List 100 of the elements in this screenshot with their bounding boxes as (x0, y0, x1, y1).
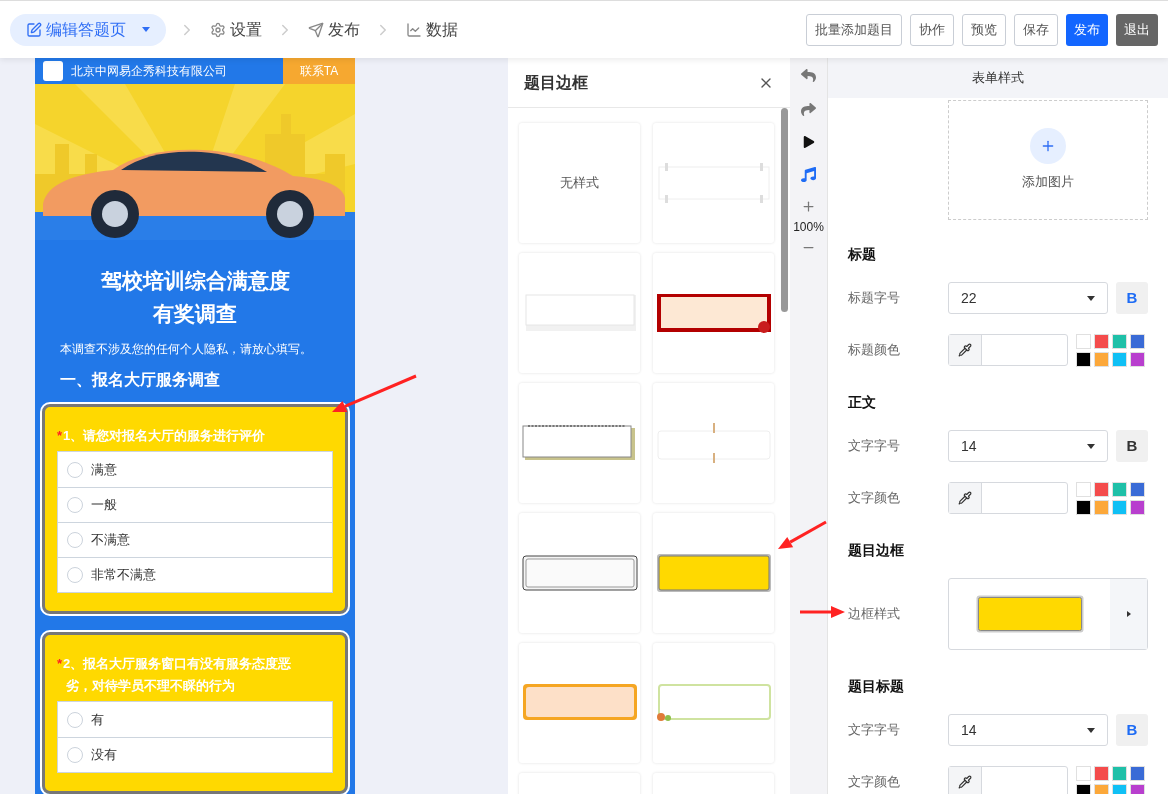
radio-option[interactable]: 有 (58, 702, 332, 737)
undo-icon[interactable] (801, 68, 816, 83)
color-swatch[interactable] (1130, 481, 1145, 497)
annotation-arrow (778, 520, 827, 549)
color-swatch[interactable] (1094, 783, 1109, 794)
eyedropper-icon[interactable] (958, 775, 972, 789)
radio-option[interactable]: 一般 (58, 487, 332, 522)
bold-toggle[interactable]: B (1116, 282, 1148, 314)
radio-option[interactable]: 满意 (58, 452, 332, 487)
toolbar-button[interactable]: 发布 (1066, 13, 1108, 46)
annotation-arrow (800, 606, 845, 618)
color-field[interactable] (948, 482, 1068, 514)
size-select[interactable]: 14 (948, 430, 1108, 462)
color-swatch[interactable] (1112, 783, 1127, 794)
radio-option[interactable]: 不满意 (58, 522, 332, 557)
toolbar-button[interactable]: 退出 (1116, 13, 1158, 46)
field-label: 文字字号 (848, 721, 901, 740)
step-tab[interactable]: 数据 (404, 13, 460, 46)
step-tab[interactable]: 编辑答题页 (10, 13, 166, 46)
option-label: 一般 (91, 496, 117, 515)
logo-icon (43, 61, 63, 81)
field-label: 文字颜色 (848, 489, 901, 508)
image-upload[interactable]: 添加图片 (948, 100, 1148, 220)
color-swatch[interactable] (1076, 765, 1091, 781)
color-swatch[interactable] (1130, 333, 1145, 349)
question-title: *2、报名大厅服务窗口有没有服务态度恶劣，对待学员不理不睬的行为 (57, 655, 293, 695)
color-swatch[interactable] (1076, 351, 1091, 367)
size-select[interactable]: 22 (948, 282, 1108, 314)
step-tab[interactable]: 设置 (208, 13, 264, 46)
color-swatch[interactable] (1130, 351, 1145, 367)
color-swatch[interactable] (1094, 481, 1109, 497)
option-label: 有 (91, 710, 104, 729)
section-heading: 标题 (848, 246, 877, 262)
color-swatch[interactable] (1130, 765, 1145, 781)
field-label: 文字字号 (848, 437, 901, 456)
color-swatch[interactable] (1094, 499, 1109, 515)
toolbar-button[interactable]: 保存 (1014, 13, 1058, 46)
radio-option[interactable]: 没有 (58, 737, 332, 772)
color-swatch[interactable] (1076, 333, 1091, 349)
step-tab[interactable]: 发布 (306, 13, 362, 46)
caret-icon (1087, 727, 1095, 733)
color-swatch[interactable] (1112, 499, 1127, 515)
border-style-card[interactable] (653, 253, 774, 373)
option-label: 满意 (91, 460, 117, 479)
bold-toggle[interactable]: B (1116, 430, 1148, 462)
music-icon[interactable] (801, 167, 816, 182)
question-title: *1、请您对报名大厅的服务进行评价 (57, 427, 267, 445)
border-style-card[interactable]: 无样式 (519, 123, 640, 243)
color-swatch[interactable] (1076, 499, 1091, 515)
send-icon (308, 21, 324, 38)
bold-toggle[interactable]: B (1116, 714, 1148, 746)
caret-icon (1087, 443, 1095, 449)
eyedropper-icon[interactable] (958, 343, 972, 357)
scrollbar[interactable] (781, 108, 788, 312)
color-swatch[interactable] (1076, 783, 1091, 794)
survey-title: 驾校培训综合满意度 (99, 268, 291, 294)
section-heading: 题目标题 (848, 678, 905, 694)
color-swatch[interactable] (1130, 499, 1145, 515)
color-swatch[interactable] (1094, 351, 1109, 367)
eyedropper-icon[interactable] (958, 491, 972, 505)
caret-icon (1126, 611, 1131, 617)
toolbar-button[interactable]: 预览 (962, 13, 1006, 46)
border-picker[interactable] (948, 578, 1148, 650)
upload-label: 添加图片 (1022, 173, 1074, 192)
redo-icon[interactable] (801, 102, 816, 117)
play-icon[interactable] (802, 136, 815, 148)
size-select[interactable]: 14 (948, 714, 1108, 746)
color-field[interactable] (948, 334, 1068, 366)
color-swatch[interactable] (1094, 765, 1109, 781)
section-heading: 题目边框 (848, 542, 905, 558)
color-swatch[interactable] (1130, 783, 1145, 794)
section-heading: 一、报名大厅服务调查 (59, 370, 221, 390)
toolbar-button[interactable]: 协作 (910, 13, 954, 46)
required-mark: * (57, 656, 63, 671)
color-field[interactable] (948, 766, 1068, 794)
color-swatch[interactable] (1112, 765, 1127, 781)
panel-title: 题目边框 (524, 72, 588, 93)
color-swatch[interactable] (1076, 481, 1091, 497)
option-label: 没有 (91, 746, 117, 765)
color-swatch[interactable] (1112, 351, 1127, 367)
required-mark: * (57, 428, 63, 443)
color-swatch[interactable] (1112, 481, 1127, 497)
color-swatch[interactable] (1094, 333, 1109, 349)
survey-title: 有奖调查 (152, 301, 238, 327)
field-label: 标题字号 (848, 289, 901, 308)
color-swatch[interactable] (1112, 333, 1127, 349)
caret-icon (1087, 295, 1095, 301)
zoom-level: 100% (793, 219, 824, 236)
settings-icon (210, 21, 226, 38)
field-label: 边框样式 (848, 605, 901, 624)
option-label: 非常不满意 (91, 566, 156, 585)
chart-icon (406, 21, 422, 38)
field-label: 文字颜色 (848, 773, 901, 792)
field-label: 标题颜色 (848, 341, 901, 360)
zoom-in-icon[interactable] (801, 199, 816, 214)
radio-option[interactable]: 非常不满意 (58, 557, 332, 592)
survey-intro: 本调查不涉及您的任何个人隐私，请放心填写。 (59, 341, 313, 358)
edit-icon (26, 21, 42, 38)
toolbar-button[interactable]: 批量添加题目 (806, 13, 902, 46)
panel-tab[interactable]: 表单样式 (828, 58, 1168, 98)
